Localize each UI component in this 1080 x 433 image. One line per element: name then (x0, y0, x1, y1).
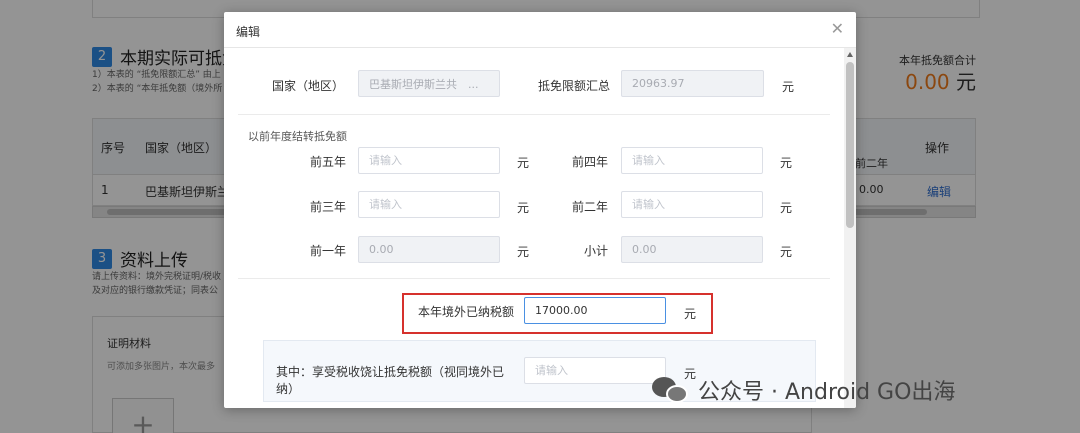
dialog-scrollbar[interactable] (844, 48, 856, 408)
unit-label: 元 (517, 245, 530, 259)
year2-label: 前二年 (571, 200, 608, 214)
year2-input[interactable] (621, 191, 763, 218)
spared-tax-input[interactable] (524, 357, 666, 384)
divider (238, 278, 830, 279)
year1-field[interactable] (358, 236, 500, 263)
spared-tax-label: 其中：享受税收饶让抵免税额（视同境外已纳） (276, 365, 505, 396)
unit-label: 元 (782, 80, 795, 94)
country-label: 国家（地区） (271, 79, 344, 93)
paid-tax-input[interactable] (524, 297, 666, 324)
limit-field[interactable] (621, 70, 764, 97)
dialog-title: 编辑 (236, 25, 261, 39)
limit-label: 抵免限额汇总 (537, 79, 610, 93)
unit-label: 元 (517, 156, 530, 170)
unit-label: 元 (684, 307, 697, 321)
unit-label: 元 (517, 201, 530, 215)
divider (238, 114, 830, 115)
edit-dialog: 编辑 ✕ 国家（地区） 抵免限额汇总 元 以前年度结转抵免额 前五年 元 前四年… (224, 12, 856, 408)
scroll-up-icon[interactable] (847, 52, 853, 57)
year5-label: 前五年 (309, 155, 346, 169)
subtotal-field[interactable] (621, 236, 763, 263)
country-field[interactable] (358, 70, 500, 97)
unit-label: 元 (780, 245, 793, 259)
wechat-icon (652, 375, 690, 405)
year4-label: 前四年 (571, 155, 608, 169)
dialog-header: 编辑 ✕ (224, 12, 856, 48)
year4-input[interactable] (621, 147, 763, 174)
paid-tax-label: 本年境外已纳税额 (417, 305, 514, 319)
subtotal-label: 小计 (583, 244, 608, 258)
year3-label: 前三年 (309, 200, 346, 214)
unit-label: 元 (780, 201, 793, 215)
year5-input[interactable] (358, 147, 500, 174)
watermark: 公众号 · Android GO出海 (652, 374, 955, 406)
scroll-thumb[interactable] (846, 62, 854, 228)
unit-label: 元 (780, 156, 793, 170)
watermark-text: 公众号 · Android GO出海 (698, 380, 956, 405)
close-icon[interactable]: ✕ (831, 21, 844, 37)
year1-label: 前一年 (309, 244, 346, 258)
group-title: 以前年度结转抵免额 (248, 130, 347, 143)
year3-input[interactable] (358, 191, 500, 218)
